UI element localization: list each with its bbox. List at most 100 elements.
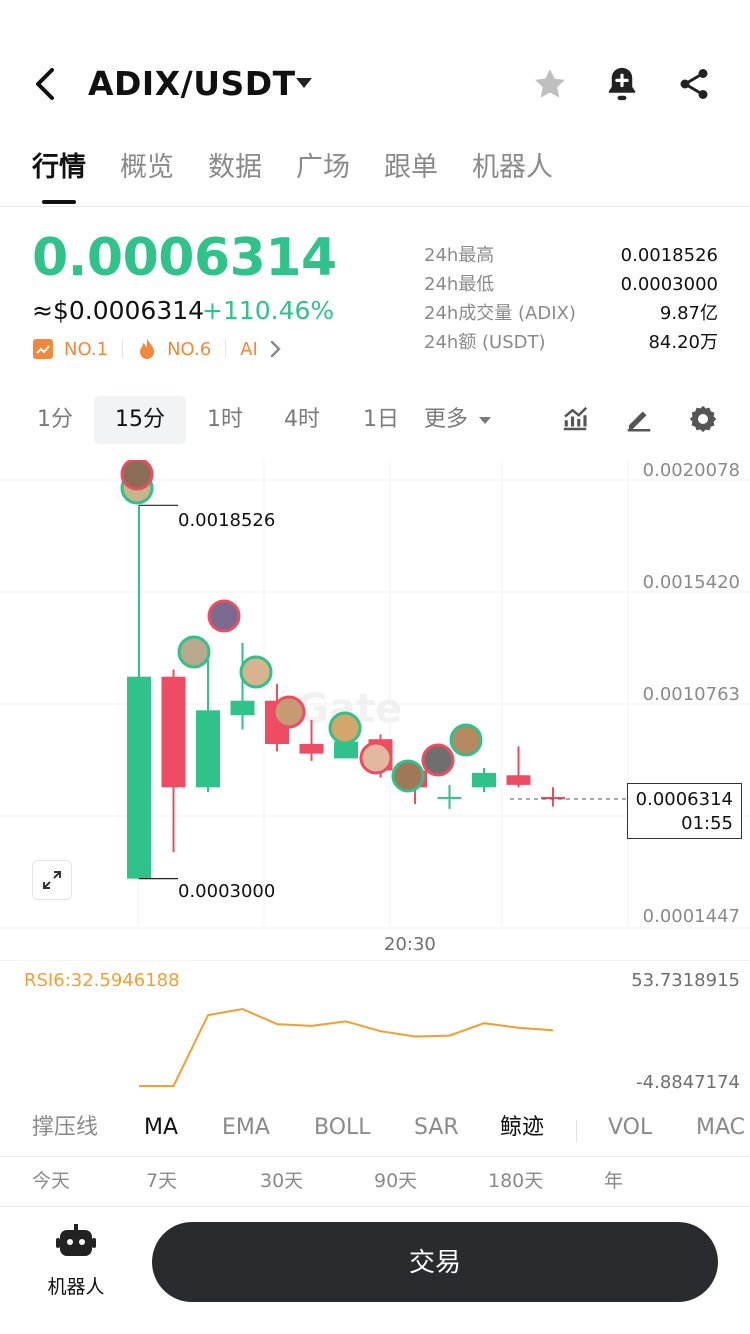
- candle-body: [161, 676, 186, 788]
- y-axis-label: 0.0010763: [642, 684, 740, 705]
- whale-avatar[interactable]: [328, 711, 362, 745]
- indicator-macd[interactable]: MAC: [696, 1108, 745, 1148]
- rank-badge-2[interactable]: NO.6: [137, 337, 211, 361]
- chart-rank-icon: [33, 339, 53, 359]
- candle-body: [472, 772, 496, 788]
- interval-bar: 1分 15分 1时 4时 1日 更多: [0, 396, 750, 446]
- indicator-vol[interactable]: VOL: [608, 1108, 652, 1148]
- current-price-box: 0.0006314 01:55: [627, 783, 742, 839]
- bell-add-icon[interactable]: [602, 64, 642, 104]
- stat-amount: 24h额 (USDT) 84.20万: [424, 332, 718, 353]
- star-icon[interactable]: [530, 64, 570, 104]
- whale-avatar[interactable]: [207, 599, 241, 633]
- tab-robot[interactable]: 机器人: [472, 148, 553, 202]
- back-arrow-icon[interactable]: [28, 62, 68, 106]
- share-icon[interactable]: [674, 64, 714, 104]
- chevron-right-icon: [270, 340, 281, 358]
- countdown-timer: 01:55: [681, 813, 733, 834]
- rsi-max-label: 53.7318915: [631, 970, 740, 991]
- period-today[interactable]: 今天: [32, 1166, 70, 1196]
- tab-overview[interactable]: 概览: [120, 148, 174, 202]
- indicator-separator: [576, 1120, 577, 1142]
- stat-volume: 24h成交量 (ADIX) 9.87亿: [424, 303, 718, 324]
- indicator-divider: [0, 1156, 750, 1157]
- tab-copy-trade[interactable]: 跟单: [384, 148, 438, 202]
- price-change: +110.46%: [202, 296, 335, 325]
- header: ADIX/USDT: [0, 0, 750, 130]
- ai-badge[interactable]: AI: [240, 339, 282, 360]
- interval-1d[interactable]: 1日: [352, 396, 410, 444]
- tab-market[interactable]: 行情: [32, 148, 86, 204]
- badge-separator: [225, 340, 227, 358]
- whale-avatar[interactable]: [421, 743, 455, 777]
- period-30d[interactable]: 30天: [260, 1166, 303, 1196]
- period-year[interactable]: 年: [604, 1166, 623, 1196]
- whale-avatar[interactable]: [391, 759, 425, 793]
- settings-gear-icon[interactable]: [686, 402, 720, 436]
- candle-body: [196, 710, 220, 788]
- period-divider: [0, 1206, 750, 1207]
- stat-high: 24h最高 0.0018526: [424, 245, 718, 266]
- robot-label: 机器人: [47, 1276, 105, 1298]
- candle-body: [230, 700, 255, 716]
- period-7d[interactable]: 7天: [146, 1166, 177, 1196]
- rsi-label: RSI6:32.5946188: [24, 970, 180, 991]
- candle-body: [299, 743, 324, 754]
- indicator-support-resistance[interactable]: 撑压线: [32, 1108, 98, 1148]
- whale-avatar[interactable]: [177, 635, 211, 669]
- indicator-ma[interactable]: MA: [144, 1108, 178, 1148]
- badge-separator: [122, 340, 124, 358]
- robot-icon: [56, 1224, 96, 1256]
- interval-more[interactable]: 更多: [424, 396, 508, 444]
- interval-1h[interactable]: 1时: [196, 396, 254, 444]
- usd-price: ≈$0.0006314: [32, 296, 205, 325]
- whale-avatar[interactable]: [120, 460, 154, 491]
- pair-title[interactable]: ADIX/USDT: [88, 64, 296, 103]
- candle-body: [506, 775, 531, 785]
- indicator-whale[interactable]: 鲸迹: [500, 1108, 544, 1148]
- tab-square[interactable]: 广场: [296, 148, 350, 202]
- pair-dropdown-caret-icon[interactable]: [296, 78, 312, 88]
- rank-badges: NO.1 NO.6 AI: [32, 336, 282, 362]
- period-90d[interactable]: 90天: [374, 1166, 417, 1196]
- low-price-label: 0.0003000: [178, 881, 276, 902]
- indicator-sar[interactable]: SAR: [414, 1108, 459, 1148]
- whale-avatar[interactable]: [239, 655, 273, 689]
- indicator-boll[interactable]: BOLL: [314, 1108, 371, 1148]
- rsi-min-label: -4.8847174: [636, 1072, 740, 1093]
- last-price: 0.0006314: [32, 228, 337, 288]
- x-axis-time-label: 20:30: [384, 934, 436, 955]
- y-axis-label: 0.0015420: [642, 572, 740, 593]
- fire-icon: [140, 338, 155, 359]
- indicator-ema[interactable]: EMA: [222, 1108, 270, 1148]
- rsi-panel[interactable]: RSI6:32.5946188 53.7318915 -4.8847174: [0, 960, 750, 1100]
- draw-pen-icon[interactable]: [622, 402, 656, 436]
- stat-low: 24h最低 0.0003000: [424, 274, 718, 295]
- interval-15m[interactable]: 15分: [94, 396, 186, 444]
- stats-panel: 24h最高 0.0018526 24h最低 0.0003000 24h成交量 (AD…: [424, 244, 718, 360]
- whale-avatar[interactable]: [449, 723, 483, 757]
- indicator-chart-icon[interactable]: [558, 402, 592, 436]
- rank-badge-1[interactable]: NO.1: [32, 338, 108, 360]
- candle-body: [437, 796, 462, 799]
- rsi-line: [139, 1007, 554, 1087]
- expand-fullscreen-icon[interactable]: [32, 860, 72, 900]
- interval-4h[interactable]: 4时: [272, 396, 332, 444]
- tab-data[interactable]: 数据: [208, 148, 262, 202]
- period-tabs: 今天 7天 30天 90天 180天 年: [0, 1166, 750, 1198]
- whale-avatar[interactable]: [359, 741, 393, 775]
- candlestick-svg: [0, 460, 750, 929]
- y-axis-label: 0.0001447: [642, 906, 740, 927]
- whale-avatar[interactable]: [272, 695, 306, 729]
- candlestick-chart[interactable]: Gate 0.0020078 0.0015420 0.0010763 0.000…: [0, 460, 750, 960]
- y-axis-label: 0.0020078: [642, 460, 740, 481]
- robot-nav-button[interactable]: 机器人: [32, 1224, 120, 1304]
- candle-body: [127, 676, 151, 879]
- period-180d[interactable]: 180天: [488, 1166, 543, 1196]
- caret-down-icon: [479, 416, 492, 424]
- interval-1m[interactable]: 1分: [26, 396, 84, 444]
- trade-button[interactable]: 交易: [152, 1222, 718, 1302]
- high-price-label: 0.0018526: [178, 510, 276, 531]
- tabs-divider: [0, 206, 750, 207]
- main-tabs: 行情 概览 数据 广场 跟单 机器人: [32, 148, 587, 208]
